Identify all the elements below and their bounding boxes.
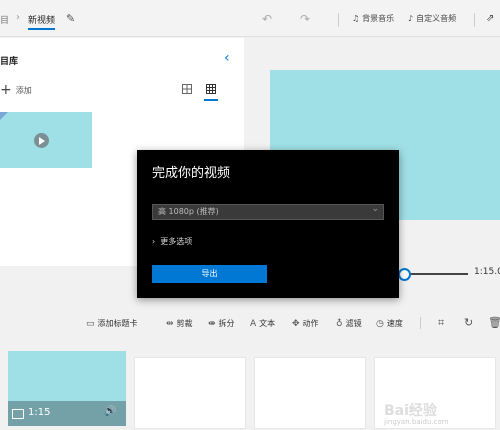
more-options-label: 更多选项 xyxy=(160,237,193,246)
crop-icon[interactable]: ⌗ xyxy=(438,316,444,330)
large-grid-view-icon[interactable] xyxy=(206,84,216,94)
toolbar-divider xyxy=(420,317,421,329)
trim-button[interactable]: ⇹ 剪裁 xyxy=(166,318,193,329)
title-card-icon: ▭ xyxy=(86,318,95,329)
view-selected-indicator xyxy=(204,99,218,101)
split-button[interactable]: ⇼ 拆分 xyxy=(208,318,235,329)
film-icon xyxy=(12,409,24,419)
motion-button[interactable]: ✥ 动作 xyxy=(292,318,319,329)
used-marker-icon xyxy=(0,112,8,120)
undo-icon[interactable]: ↶ xyxy=(262,12,272,26)
topbar-divider-line xyxy=(0,36,500,37)
small-grid-view-icon[interactable] xyxy=(182,84,192,94)
finish-video-dialog: 完成你的视频 高 1080p (推荐) ⌄ › 更多选项 导出 xyxy=(137,150,399,298)
add-media-button[interactable]: + 添加 xyxy=(0,82,32,98)
custom-audio-label: 自定义音频 xyxy=(416,14,457,23)
clip-duration: 1:15 xyxy=(28,407,51,418)
add-title-card-label: 添加标题卡 xyxy=(97,319,138,328)
video-quality-value: 高 1080p (推荐) xyxy=(158,207,219,216)
playback-scrubber-track[interactable] xyxy=(410,273,468,275)
add-media-label: 添加 xyxy=(15,85,32,95)
split-icon: ⇼ xyxy=(208,318,216,329)
chevron-right-icon: › xyxy=(16,12,20,23)
rotate-icon[interactable]: ↻ xyxy=(464,316,473,329)
trim-icon: ⇹ xyxy=(166,318,174,329)
filters-icon: ♁ xyxy=(336,318,343,329)
storyboard-empty-slot[interactable] xyxy=(254,357,366,429)
music-note-icon: ♫ xyxy=(352,14,360,23)
text-label: 文本 xyxy=(259,319,276,328)
chevron-right-icon: › xyxy=(152,237,156,246)
breadcrumb-parent[interactable]: 目 xyxy=(0,13,9,26)
watermark-logo: Bai经验 xyxy=(384,403,437,419)
background-music-label: 背景音乐 xyxy=(362,14,395,23)
collapse-chevron-icon[interactable]: ‹ xyxy=(224,50,230,66)
toolbar-divider xyxy=(474,13,475,27)
speed-label: 速度 xyxy=(386,319,403,328)
speed-button[interactable]: ◷ 速度 xyxy=(376,318,403,329)
export-button[interactable]: 导出 xyxy=(152,265,267,283)
chevron-down-icon: ⌄ xyxy=(371,204,379,214)
plus-icon: + xyxy=(0,82,12,98)
share-icon[interactable]: ⇗ xyxy=(486,13,494,24)
filters-button[interactable]: ♁ 滤镜 xyxy=(336,318,362,329)
delete-icon[interactable]: 🗑 xyxy=(488,316,500,329)
playback-scrubber-handle[interactable] xyxy=(398,268,411,281)
add-title-card-button[interactable]: ▭ 添加标题卡 xyxy=(86,318,138,329)
playback-time: 1:15.0 xyxy=(474,267,500,277)
motion-icon: ✥ xyxy=(292,318,300,329)
split-label: 拆分 xyxy=(218,319,235,328)
motion-label: 动作 xyxy=(302,319,319,328)
text-icon: A xyxy=(250,318,257,329)
volume-icon[interactable]: 🔊 xyxy=(104,406,116,417)
storyboard-empty-slot[interactable] xyxy=(134,357,246,429)
more-options-toggle[interactable]: › 更多选项 xyxy=(152,236,192,247)
custom-audio-button[interactable]: ♪ 自定义音频 xyxy=(408,13,456,24)
filters-label: 滤镜 xyxy=(345,319,362,328)
play-icon[interactable] xyxy=(34,133,49,148)
trim-label: 剪裁 xyxy=(176,319,193,328)
breadcrumb-current[interactable]: 新视频 xyxy=(28,13,56,30)
toolbar-divider xyxy=(338,13,339,27)
text-button[interactable]: A 文本 xyxy=(250,318,275,329)
library-title: 目库 xyxy=(0,57,19,67)
redo-icon[interactable]: ↷ xyxy=(300,12,310,26)
video-quality-select[interactable]: 高 1080p (推荐) ⌄ xyxy=(152,204,384,220)
speed-icon: ◷ xyxy=(376,318,384,329)
dialog-title: 完成你的视频 xyxy=(152,166,231,181)
background-music-button[interactable]: ♫ 背景音乐 xyxy=(352,13,394,24)
custom-audio-icon: ♪ xyxy=(408,14,414,23)
rename-pencil-icon[interactable]: ✎ xyxy=(66,12,75,25)
watermark-url: jingyan.baidu.com xyxy=(384,418,449,426)
